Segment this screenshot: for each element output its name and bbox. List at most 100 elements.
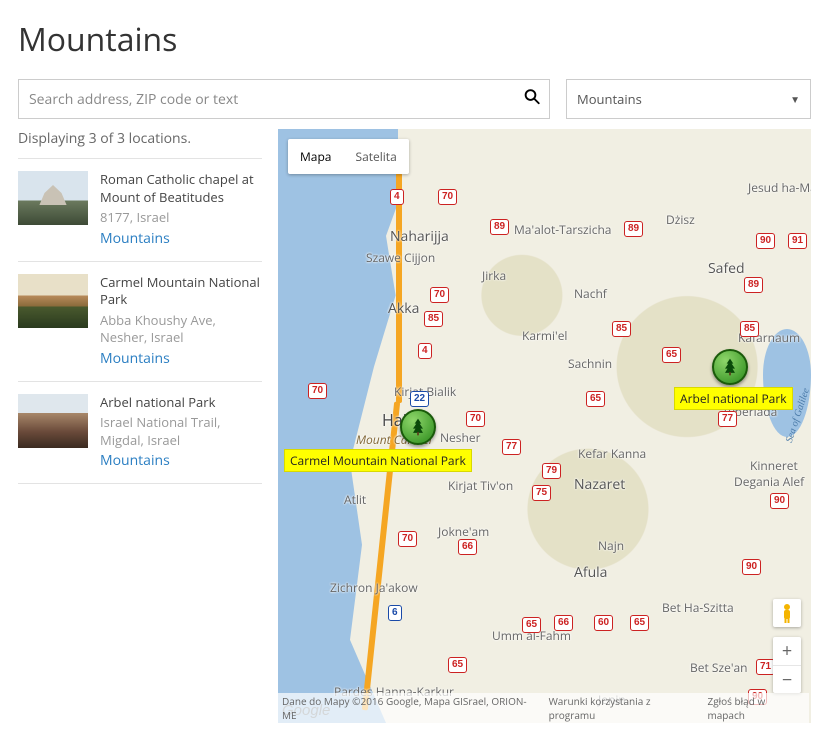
map-city-label: Naharijja [390,227,449,246]
map-land [398,129,811,723]
map-city-label: Afula [574,563,607,582]
controls-row: Mountains ▼ [18,79,811,119]
map-city-label: Zichron Ja'akow [330,579,418,596]
map-marker-arbel[interactable] [712,349,748,385]
tree-icon [408,416,428,438]
route-shield: 90 [742,559,761,575]
route-shield: 70 [398,531,417,547]
route-shield: 70 [466,411,485,427]
map-city-label: Kinneret [750,457,798,474]
list-item[interactable]: Carmel Mountain National Park Abba Khous… [18,261,262,381]
location-category-link[interactable]: Mountains [100,230,262,249]
chevron-down-icon: ▼ [790,92,800,106]
results-sidebar: Displaying 3 of 3 locations. Roman Catho… [18,129,262,723]
search-icon[interactable] [523,88,541,111]
location-thumbnail [18,394,88,448]
route-shield: 79 [542,463,561,479]
route-shield: 22 [410,391,429,407]
location-category-link[interactable]: Mountains [100,350,262,369]
results-summary: Displaying 3 of 3 locations. [18,129,262,148]
route-shield: 77 [502,439,521,455]
route-shield: 75 [532,485,551,501]
tree-icon [720,356,740,378]
streetview-pegman[interactable] [773,599,801,627]
map-city-label: Atlit [344,491,366,508]
map-attribution: Dane do Mapy ©2016 Google, Mapa GISrael,… [278,693,809,723]
map-city-label: Jokne'am [438,523,489,540]
route-shield: 65 [662,347,681,363]
map-city-label: Dżisz [666,211,695,228]
map-type-control: Mapa Satelita [288,139,409,174]
map-marker-carmel[interactable] [400,409,436,445]
map-city-label: Sachnin [568,355,612,372]
search-input[interactable] [29,90,513,109]
zoom-out-button[interactable]: − [773,665,801,693]
route-shield: 85 [612,321,631,337]
route-shield: 70 [430,287,449,303]
map-terms-link[interactable]: Warunki korzystania z programu [549,694,700,722]
location-title: Arbel national Park [100,394,262,412]
map-city-label: Kirjat Tiv'on [448,477,513,494]
route-shield: 4 [418,343,432,359]
dropdown-selected: Mountains [577,90,642,108]
map-city-label: Bet Ha-Szitta [662,599,734,616]
route-shield: 70 [308,383,327,399]
map-city-label: Szawe Cijjon [366,249,435,266]
map-city-label: Najn [598,537,624,554]
route-shield: 60 [594,615,613,631]
route-shield: 90 [770,493,789,509]
route-shield: 89 [624,221,643,237]
map-city-label: Jirka [482,267,506,284]
map-city-label: Ma'alot-Tarszicha [514,221,611,238]
map-marker-label[interactable]: Arbel national Park [674,387,793,410]
map-canvas[interactable]: Sea of Galilee Naharijja Szawe Cijjon Ak… [278,129,811,723]
map-city-label: Nachf [574,285,607,302]
route-shield: 89 [490,219,509,235]
map-data-attrib: Dane do Mapy ©2016 Google, Mapa GISrael,… [282,694,541,722]
map-city-label: Karmi'el [522,327,567,344]
route-shield: 6 [388,605,402,621]
map-road [396,173,402,403]
zoom-in-button[interactable]: + [773,637,801,665]
route-shield: 90 [756,233,775,249]
map-city-label: Nazaret [574,475,625,494]
route-shield: 65 [586,391,605,407]
zoom-control: + − [773,637,801,693]
page-title: Mountains [18,18,811,61]
route-shield: 65 [522,617,541,633]
route-shield: 66 [458,539,477,555]
route-shield: 89 [744,277,763,293]
search-box[interactable] [18,79,550,119]
list-item[interactable]: Roman Catholic chapel at Mount of Beatit… [18,158,262,261]
location-thumbnail [18,274,88,328]
map-marker-label[interactable]: Carmel Mountain National Park [284,449,472,472]
route-shield: 85 [740,321,759,337]
route-shield: 65 [630,615,649,631]
category-dropdown[interactable]: Mountains ▼ [566,79,811,119]
route-shield: 91 [788,233,807,249]
location-title: Roman Catholic chapel at Mount of Beatit… [100,171,262,206]
location-address: 8177, Israel [100,209,262,227]
map-city-label: Nesher [440,429,481,446]
location-address: Israel National Trail, Migdal, Israel [100,414,262,449]
map-report-link[interactable]: Zgłoś błąd w mapach [707,694,805,722]
map-city-label: Safed [708,259,745,278]
pegman-icon [780,603,794,623]
list-item[interactable]: Arbel national Park Israel National Trai… [18,381,262,485]
location-category-link[interactable]: Mountains [100,452,262,471]
map-city-label: Jesud ha-Ma'ala, [748,179,811,196]
route-shield: 4 [390,189,404,205]
map-city-label: Kefar Kanna [578,445,646,462]
route-shield: 66 [554,615,573,631]
location-title: Carmel Mountain National Park [100,274,262,309]
route-shield: 77 [718,411,737,427]
route-shield: 65 [448,657,467,673]
route-shield: 70 [438,189,457,205]
map-city-label: Degania Alef [734,473,804,490]
map-type-satellite[interactable]: Satelita [343,139,408,174]
map-type-map[interactable]: Mapa [288,139,343,174]
map-city-label: Akka [388,299,419,318]
map-city-label: Bet Sze'an [690,659,748,676]
location-address: Abba Khoushy Ave, Nesher, Israel [100,312,262,347]
location-thumbnail [18,171,88,225]
